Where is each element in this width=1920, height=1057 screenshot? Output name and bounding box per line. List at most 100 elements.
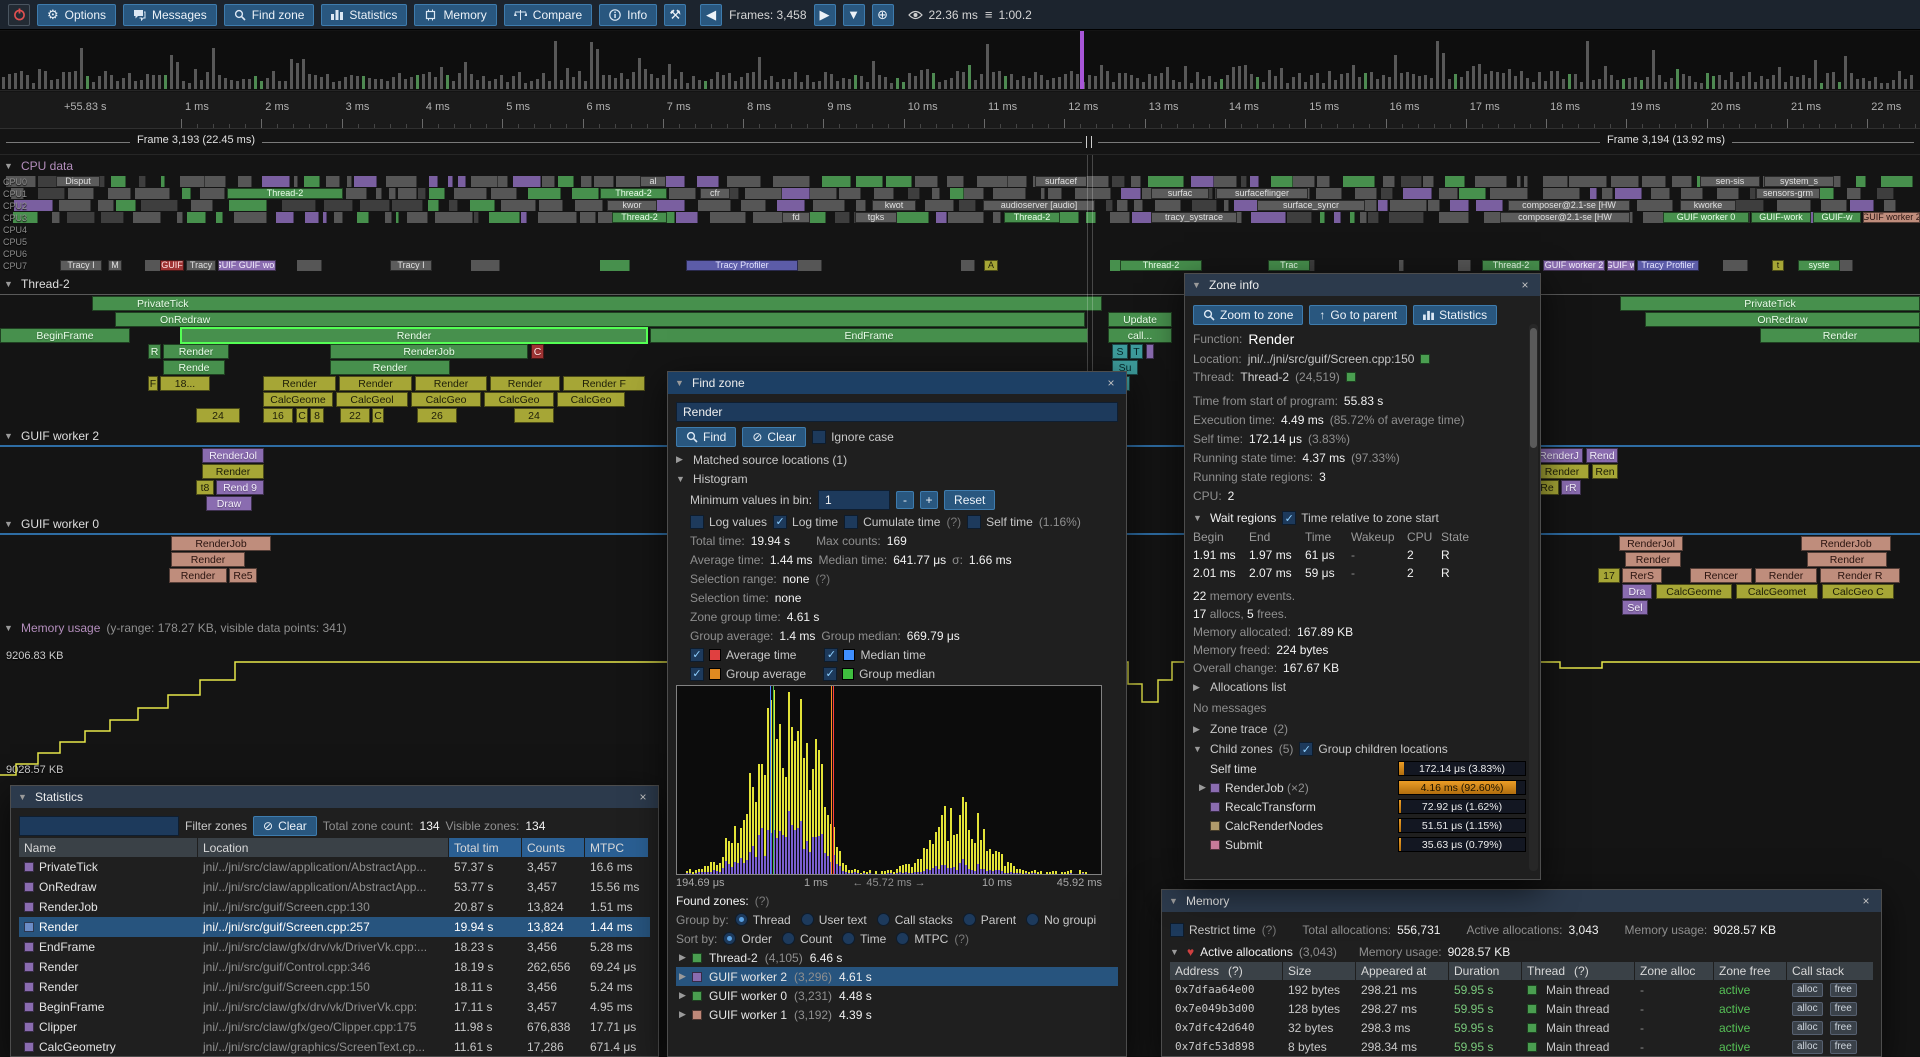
frame-bar[interactable] [908, 73, 911, 89]
cpu-activity-bar[interactable] [182, 188, 191, 199]
frame-bar[interactable] [344, 77, 347, 89]
cpu-activity-bar[interactable] [1192, 200, 1217, 211]
goto-time-button[interactable]: ⊕ [872, 4, 894, 26]
frame-bar[interactable] [362, 76, 365, 89]
cpu-activity-bar[interactable] [360, 200, 390, 211]
cpu-activity-bar[interactable] [539, 200, 563, 211]
timeline-zone[interactable]: Render [415, 376, 487, 391]
cpu-activity-bar[interactable] [357, 212, 369, 223]
frame-bar[interactable] [1094, 76, 1097, 89]
frame-bar[interactable] [200, 80, 203, 89]
help-icon[interactable]: (?) [755, 894, 770, 908]
timeline-zone[interactable]: Render [1535, 464, 1589, 479]
frame-bar[interactable] [1322, 83, 1325, 89]
frame-bar[interactable] [602, 75, 605, 89]
wait-region-row[interactable]: 2.01 ms2.07 ms59 μs-2R [1193, 564, 1526, 582]
frame-bar[interactable] [1424, 75, 1427, 89]
frame-bar[interactable] [278, 81, 281, 89]
frame-bar[interactable] [728, 73, 731, 89]
cpu-activity-bar[interactable] [498, 176, 508, 187]
cpu-zone[interactable]: M [108, 260, 122, 271]
statistics-row[interactable]: BeginFramejni/../jni/src/claw/gfx/drv/vk… [19, 997, 650, 1017]
cpu-zone[interactable]: composer@2.1-se [HW [1500, 212, 1630, 223]
cpu-activity-bar[interactable] [1672, 176, 1692, 187]
frame-bar[interactable] [542, 73, 545, 89]
cpu-activity-bar[interactable] [1856, 176, 1866, 187]
self-time-checkbox[interactable]: Self time [967, 515, 1033, 529]
cpu-activity-bar[interactable] [187, 212, 205, 223]
frame-bar[interactable] [1148, 74, 1151, 89]
collapse-icon[interactable]: ▼ [1192, 280, 1203, 290]
frame-bar[interactable] [1058, 77, 1061, 89]
cpu-activity-bar[interactable] [1317, 176, 1329, 187]
cpu-activity-bar[interactable] [1637, 200, 1673, 211]
cpu-activity-bar[interactable] [407, 212, 428, 223]
frame-bar[interactable] [1490, 71, 1493, 89]
stats-col-header[interactable]: Total tim [449, 838, 521, 857]
cpu-activity-bar[interactable] [1423, 176, 1434, 187]
next-frame-button[interactable]: ▶ [814, 4, 836, 26]
cpu-activity-bar[interactable] [454, 188, 487, 199]
frame-bar[interactable] [710, 79, 713, 89]
timeline-zone[interactable]: 17 [1598, 568, 1620, 583]
frames-band[interactable]: Frame 3,193 (22.45 ms) Frame 3,194 (13.9… [0, 129, 1920, 155]
frame-bar[interactable] [1748, 72, 1751, 89]
cpu-activity-bar[interactable] [1378, 200, 1388, 211]
timeline-zone[interactable]: EndFrame [650, 328, 1088, 343]
stats-col-header[interactable]: Name [19, 838, 197, 857]
frame-bar[interactable] [1268, 70, 1271, 89]
frame-bar[interactable] [650, 74, 653, 89]
cpu-activity-bar[interactable] [741, 200, 765, 211]
frame-bar[interactable] [128, 73, 131, 89]
child-zone-row[interactable]: ▶Submit35.63 μs (0.79%) [1199, 835, 1526, 854]
memory-usage-header[interactable]: ▼Memory usage(y-range: 178.27 KB, visibl… [4, 620, 347, 636]
frame-bar[interactable] [962, 72, 965, 89]
free-callstack-button[interactable]: free [1830, 983, 1857, 997]
frame-bar[interactable] [1022, 76, 1025, 89]
cpu-activity-bar[interactable] [1475, 176, 1507, 187]
cpu-activity-bar[interactable] [856, 176, 883, 187]
timeline-zone[interactable]: RenderJol [1619, 536, 1683, 551]
wait-col-header[interactable]: Time [1305, 528, 1351, 546]
frame-bar[interactable] [380, 79, 383, 89]
frame-bar[interactable] [686, 83, 689, 89]
cpu-activity-bar[interactable] [977, 176, 1008, 187]
cpu-activity-bar[interactable] [839, 188, 861, 199]
frame-bar[interactable] [1880, 83, 1883, 89]
collapse-icon[interactable]: ▼ [1170, 947, 1181, 957]
frame-bar[interactable] [1742, 76, 1745, 89]
frame-bar[interactable] [1580, 82, 1583, 89]
cpu-activity-bar[interactable] [835, 212, 850, 223]
timeline-zone[interactable]: BeginFrame [0, 328, 130, 343]
thread-header-thread-2[interactable]: ▼Thread-2 [4, 276, 70, 292]
cpu-activity-bar[interactable] [116, 200, 136, 211]
frame-bar[interactable] [1562, 79, 1565, 89]
frame-bar[interactable] [1382, 75, 1385, 89]
cpu-activity-bar[interactable] [1651, 188, 1670, 199]
cpu-activity-bar[interactable] [580, 212, 596, 223]
frame-bar[interactable] [116, 81, 119, 89]
collapse-icon[interactable]: ▼ [675, 378, 686, 388]
frame-bar[interactable] [1772, 75, 1775, 89]
cpu-activity-bar[interactable] [947, 176, 964, 187]
cpu-activity-bar[interactable] [200, 188, 225, 199]
frame-bar[interactable] [1856, 79, 1859, 89]
frame-bar[interactable] [716, 72, 719, 89]
cpu-zone[interactable]: t [1772, 260, 1784, 271]
help-icon[interactable]: (?) [815, 572, 830, 586]
timeline-zone[interactable]: Render F [563, 376, 645, 391]
cpu-activity-bar[interactable] [108, 188, 131, 199]
frame-bar[interactable] [764, 80, 767, 89]
wait-col-header[interactable]: State [1441, 528, 1481, 546]
average-time-checkbox[interactable]: Average time [690, 648, 796, 662]
cpu-activity-bar[interactable] [813, 200, 845, 211]
frame-bar[interactable] [914, 76, 917, 89]
frame-bar[interactable] [1862, 78, 1865, 89]
frame-bar[interactable] [1448, 79, 1451, 89]
frame-bar[interactable] [1886, 83, 1889, 89]
frame-bar[interactable] [1706, 73, 1709, 89]
radio-count[interactable]: Count [782, 932, 832, 946]
frame-bar[interactable] [980, 74, 983, 89]
frame-bar[interactable] [752, 72, 755, 89]
frame-bar[interactable] [1358, 77, 1361, 89]
